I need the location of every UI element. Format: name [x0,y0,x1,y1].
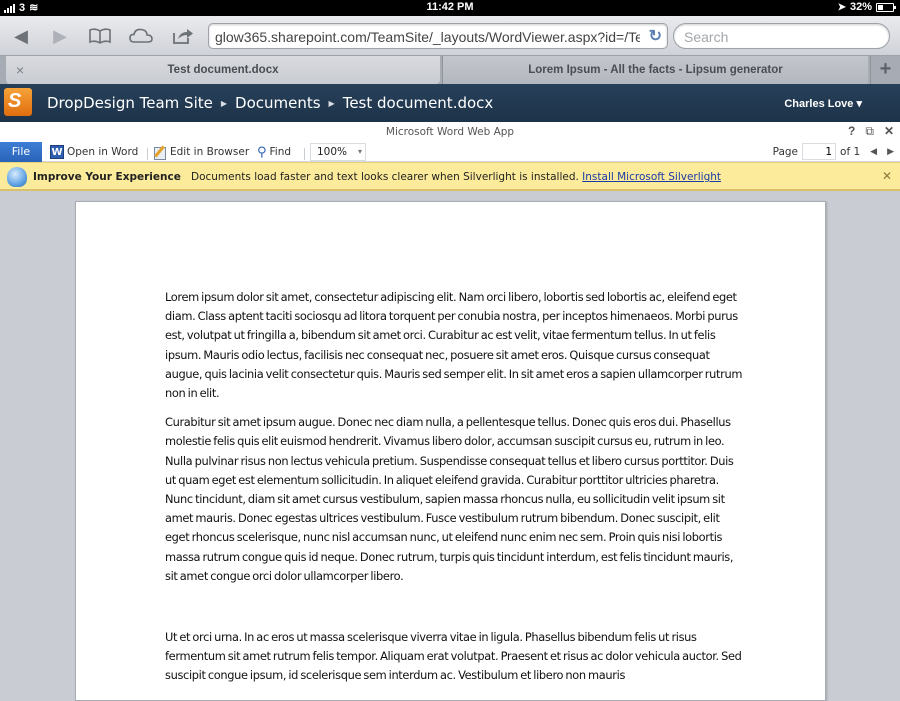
forward-arrow-icon: ▶ [53,26,67,46]
tab-lorem-ipsum[interactable]: Lorem Ipsum - All the facts - Lipsum gen… [442,56,868,84]
zoom-value: 100% [317,146,348,158]
battery-percent: 32% [849,1,872,13]
notification-title: Improve Your Experience [33,171,181,183]
silverlight-icon [7,167,27,187]
book-icon [89,28,111,44]
find-button[interactable]: ⚲ Find [257,143,291,161]
browser-toolbar: ◀ ▶ ↻ [0,16,900,56]
breadcrumb-site[interactable]: DropDesign Team Site [47,94,213,112]
divider [147,148,148,160]
back-button[interactable]: ◀ [8,24,34,48]
popout-icon[interactable]: ⧉ [865,124,874,139]
word-icon: W [50,145,64,159]
reload-icon[interactable]: ↻ [649,26,662,46]
breadcrumb-separator-icon: ▶ [328,98,335,108]
page-number-input[interactable] [802,143,837,160]
battery-icon [876,2,896,12]
page-navigator: Page of 1 ◀ ▶ [773,143,894,160]
tab-test-document[interactable]: × Test document.docx [6,56,440,84]
help-icon[interactable]: ? [848,124,855,139]
zoom-select[interactable]: 100% ▾ [310,143,366,161]
edit-in-browser-button[interactable]: Edit in Browser [153,143,249,161]
back-arrow-icon: ◀ [14,26,28,46]
bookmarks-button[interactable] [87,24,113,48]
breadcrumb-separator-icon: ▶ [220,98,228,108]
tab-label: Test document.docx [167,64,279,76]
notification-text: Documents load faster and text looks cle… [191,171,579,183]
user-menu[interactable]: Charles Love ▾ [784,97,862,110]
forward-button[interactable]: ▶ [47,24,73,48]
plus-icon: + [879,58,892,80]
ios-status-bar: 3 ≋ 11:42 PM ➤ 32% [0,0,900,16]
address-bar[interactable]: ↻ [208,23,668,49]
document-page: Lorem ipsum dolor sit amet, consectetur … [75,201,826,701]
page-total: of 1 [840,145,861,158]
open-in-word-button[interactable]: W Open in Word [50,143,138,161]
document-paragraph: Curabitur sit amet ipsum augue. Donec ne… [165,415,734,583]
new-tab-button[interactable]: + [870,56,900,84]
breadcrumb-current-document: Test document.docx [342,94,494,112]
breadcrumb: DropDesign Team Site ▶ Documents ▶ Test … [47,94,493,112]
app-title: Microsoft Word Web App [385,126,515,138]
tab-bar: × Test document.docx Lorem Ipsum - All t… [0,56,900,84]
chevron-down-icon: ▾ [357,147,362,156]
search-input[interactable] [684,27,879,46]
cloud-icon [129,28,153,43]
tab-label: Lorem Ipsum - All the facts - Lipsum gen… [528,64,783,76]
document-body: Lorem ipsum dolor sit amet, consectetur … [165,288,745,696]
document-viewport[interactable]: Lorem ipsum dolor sit amet, consectetur … [0,193,900,701]
close-icon[interactable]: ✕ [884,124,894,139]
edit-in-browser-label: Edit in Browser [170,146,250,158]
find-label: Find [269,146,292,158]
sharepoint-logo[interactable]: S [4,88,32,116]
install-silverlight-link[interactable]: Install Microsoft Silverlight [582,171,721,183]
close-tab-icon[interactable]: × [16,56,24,84]
url-input[interactable] [215,27,640,46]
document-paragraph: Lorem ipsum dolor sit amet, consectetur … [165,290,743,401]
search-bar[interactable] [673,23,890,49]
word-web-app-ribbon: Microsoft Word Web App ? ⧉ ✕ File W Open… [0,122,900,162]
location-icon: ➤ [837,1,846,13]
open-in-word-label: Open in Word [67,146,139,158]
window-controls: ? ⧉ ✕ [848,124,894,139]
page-label: Page [772,145,799,158]
previous-page-icon[interactable]: ◀ [870,147,877,157]
file-tab[interactable]: File [0,142,42,162]
divider [304,148,305,160]
silverlight-notification-bar: Improve Your Experience Documents load f… [0,162,900,191]
binoculars-icon: ⚲ [257,144,267,160]
share-icon [173,29,193,44]
sharepoint-header: S DropDesign Team Site ▶ Documents ▶ Tes… [0,84,900,122]
notification-message: Documents load faster and text looks cle… [191,171,721,183]
share-button[interactable] [170,24,196,48]
document-paragraph: Ut et orci urna. In ac eros ut massa sce… [165,630,742,683]
clock: 11:42 PM [426,1,474,13]
breadcrumb-documents[interactable]: Documents [235,94,321,112]
next-page-icon[interactable]: ▶ [887,147,894,157]
icloud-tabs-button[interactable] [128,24,154,48]
dismiss-notification-icon[interactable]: ✕ [882,169,892,183]
edit-pencil-icon [153,145,167,160]
